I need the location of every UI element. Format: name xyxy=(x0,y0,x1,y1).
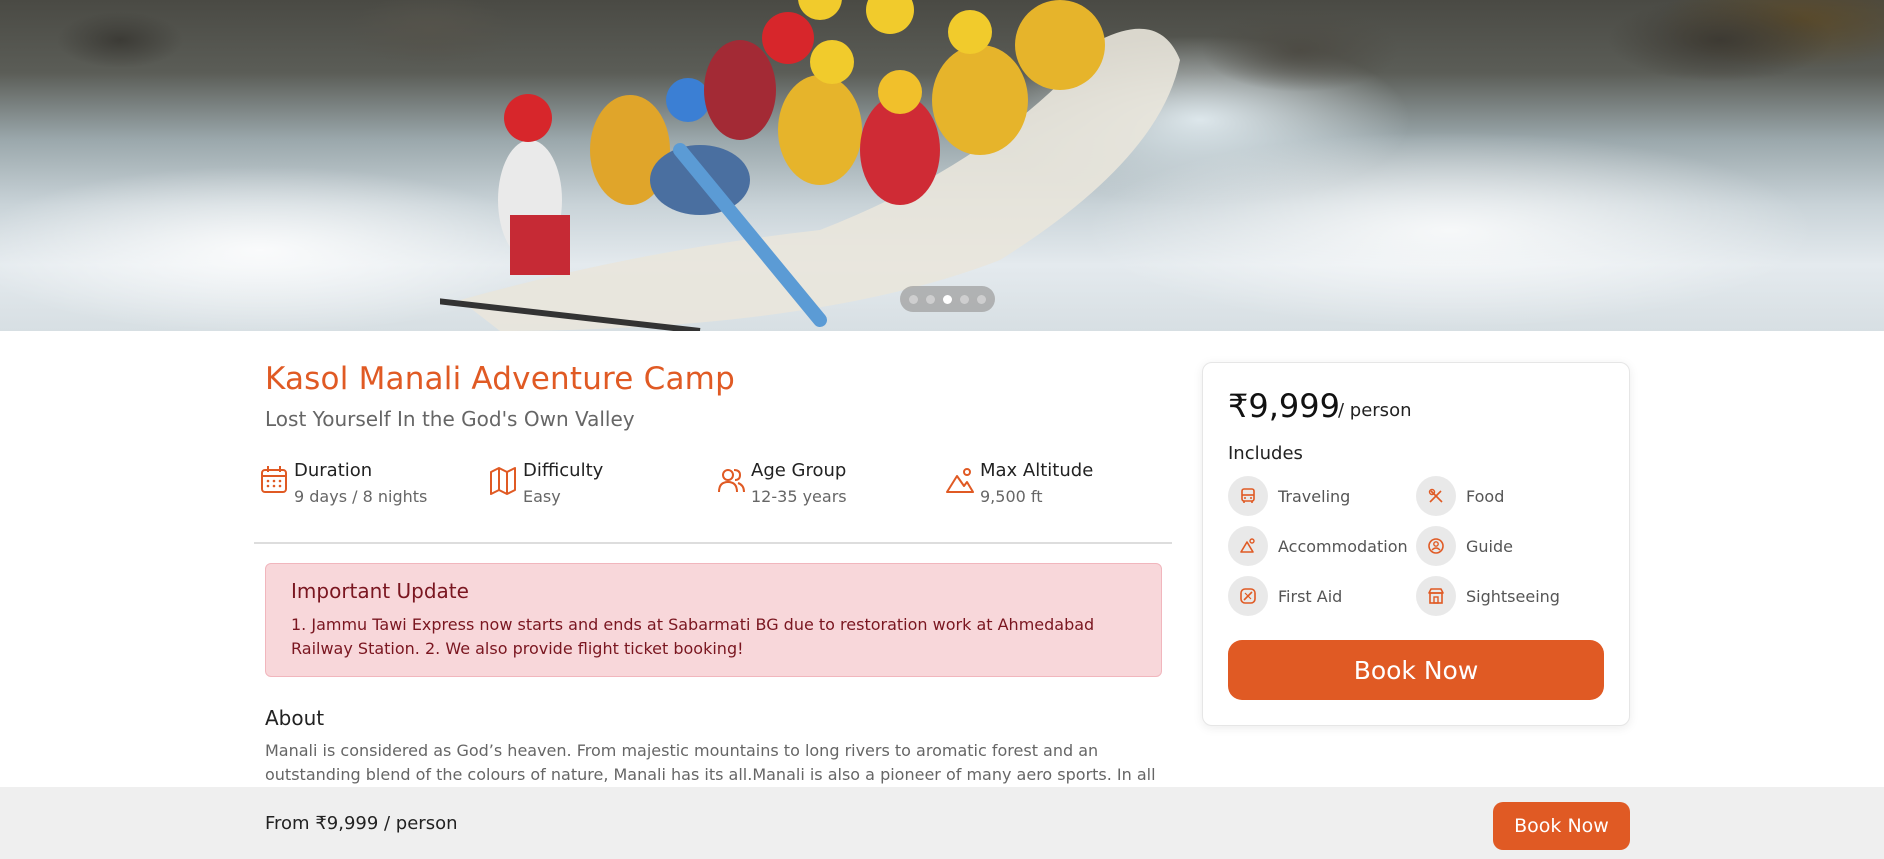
alert-text: 1. Jammu Tawi Express now starts and end… xyxy=(291,615,1095,658)
alert-title: Important Update xyxy=(291,579,469,603)
tent-icon xyxy=(1228,526,1268,566)
calendar-icon xyxy=(261,466,287,493)
booking-card: ₹9,999 / person Includes Traveling Food … xyxy=(1202,362,1630,726)
important-update-alert: Important Update 1. Jammu Tawi Express n… xyxy=(265,563,1162,677)
rafting-photo xyxy=(440,0,1180,331)
include-accommodation: Accommodation xyxy=(1228,526,1408,566)
stat-value: 12-35 years xyxy=(751,487,847,506)
include-label: Accommodation xyxy=(1278,536,1408,556)
carousel-dot-1[interactable] xyxy=(909,294,918,304)
stat-max-altitude: Max Altitude 9,500 ft xyxy=(946,458,1093,510)
trip-stats: Duration 9 days / 8 nights Difficulty Ea… xyxy=(260,458,1160,514)
stat-label: Age Group xyxy=(751,460,847,481)
include-sightseeing: Sightseeing xyxy=(1416,576,1560,616)
about-text: Manali is considered as God’s heaven. Fr… xyxy=(265,741,1156,784)
carousel-dot-2[interactable] xyxy=(926,294,935,304)
stat-label: Duration xyxy=(294,460,373,481)
mountain-icon xyxy=(946,468,974,493)
include-label: First Aid xyxy=(1278,586,1343,606)
carousel-dot-4[interactable] xyxy=(960,294,969,304)
page-title: Kasol Manali Adventure Camp xyxy=(265,361,735,397)
users-icon xyxy=(718,469,745,493)
include-label: Traveling xyxy=(1278,486,1351,506)
section-divider xyxy=(254,542,1172,544)
footer-price: From ₹9,999 / person xyxy=(265,813,458,834)
stat-value: Easy xyxy=(523,487,561,506)
stat-age-group: Age Group 12-35 years xyxy=(717,458,847,510)
guide-icon xyxy=(1416,526,1456,566)
sightseeing-icon xyxy=(1416,576,1456,616)
stat-value: 9,500 ft xyxy=(980,487,1043,506)
footer-book-now-button[interactable]: Book Now xyxy=(1493,802,1630,850)
map-icon xyxy=(490,467,516,495)
stat-duration: Duration 9 days / 8 nights xyxy=(260,458,427,510)
price-amount: ₹9,999 xyxy=(1228,387,1340,425)
stat-difficulty: Difficulty Easy xyxy=(489,458,603,510)
include-traveling: Traveling xyxy=(1228,476,1350,516)
include-first-aid: First Aid xyxy=(1228,576,1342,616)
include-food: Food xyxy=(1416,476,1504,516)
sticky-booking-bar: From ₹9,999 / person Book Now xyxy=(0,787,1884,859)
carousel-dot-3[interactable] xyxy=(943,294,952,304)
price-unit: / person xyxy=(1338,400,1412,421)
page-subtitle: Lost Yourself In the God's Own Valley xyxy=(265,407,635,431)
stat-label: Max Altitude xyxy=(980,460,1094,481)
include-label: Sightseeing xyxy=(1466,586,1560,606)
include-guide: Guide xyxy=(1416,526,1513,566)
book-now-button[interactable]: Book Now xyxy=(1228,640,1604,700)
stat-value: 9 days / 8 nights xyxy=(294,487,428,506)
includes-heading: Includes xyxy=(1228,443,1303,464)
about-heading: About xyxy=(265,706,325,730)
carousel-dot-5[interactable] xyxy=(977,294,986,304)
include-label: Guide xyxy=(1466,536,1513,556)
food-icon xyxy=(1416,476,1456,516)
stat-label: Difficulty xyxy=(523,460,604,481)
include-label: Food xyxy=(1466,486,1505,506)
hero-image xyxy=(0,0,1884,331)
first-aid-icon xyxy=(1228,576,1268,616)
carousel-indicators xyxy=(900,286,995,312)
bus-icon xyxy=(1228,476,1268,516)
